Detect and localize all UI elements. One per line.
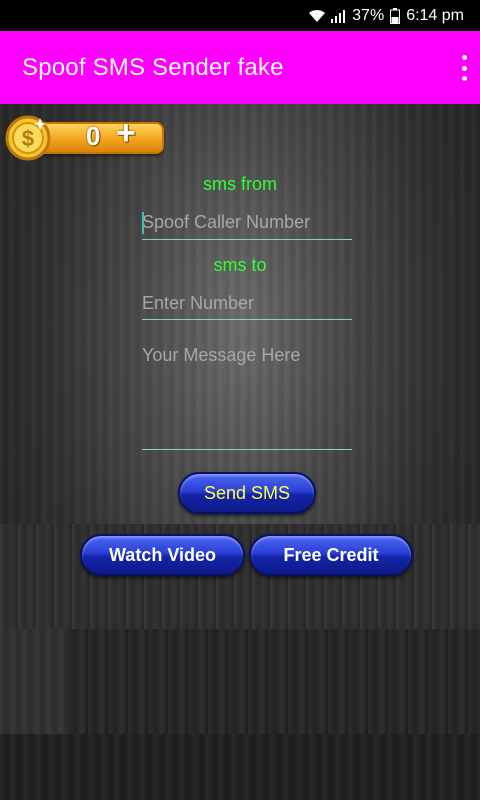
wifi-icon xyxy=(308,9,326,23)
clock: 6:14 pm xyxy=(406,6,464,24)
app-bar: Spoof SMS Sender fake xyxy=(0,31,480,104)
text-cursor xyxy=(142,212,144,234)
spoof-caller-number-field[interactable] xyxy=(142,208,352,240)
background-band xyxy=(0,734,480,800)
sms-from-label: sms from xyxy=(203,174,277,194)
app-title: Spoof SMS Sender fake xyxy=(22,53,284,81)
overflow-menu-icon[interactable] xyxy=(460,55,468,81)
enter-number-input[interactable] xyxy=(142,290,352,314)
signal-icon xyxy=(330,9,346,23)
enter-number-field[interactable] xyxy=(142,290,352,320)
free-credit-button[interactable]: Free Credit xyxy=(249,534,413,576)
spoof-caller-number-input[interactable] xyxy=(142,208,352,233)
battery-icon xyxy=(390,7,401,24)
message-field[interactable] xyxy=(142,342,352,450)
background-band xyxy=(0,629,68,734)
coin-balance-widget[interactable]: $ 0 + xyxy=(4,112,166,162)
background-band xyxy=(68,629,480,734)
status-bar: 37% 6:14 pm xyxy=(0,0,480,31)
send-sms-button[interactable]: Send SMS xyxy=(178,472,316,514)
main-content: $ 0 + sms from sms to Send SMS Watch Vid… xyxy=(0,104,480,800)
dollar-coin-icon: $ xyxy=(4,114,52,162)
battery-percent: 37% xyxy=(352,6,385,24)
status-icons xyxy=(308,9,346,23)
watch-video-button[interactable]: Watch Video xyxy=(80,534,245,576)
background-band xyxy=(0,524,480,629)
coin-count: 0 xyxy=(86,121,101,151)
sms-to-label: sms to xyxy=(213,255,267,275)
svg-text:$: $ xyxy=(22,126,34,151)
add-coins-button[interactable]: + xyxy=(116,116,136,150)
message-textarea[interactable] xyxy=(142,342,352,442)
